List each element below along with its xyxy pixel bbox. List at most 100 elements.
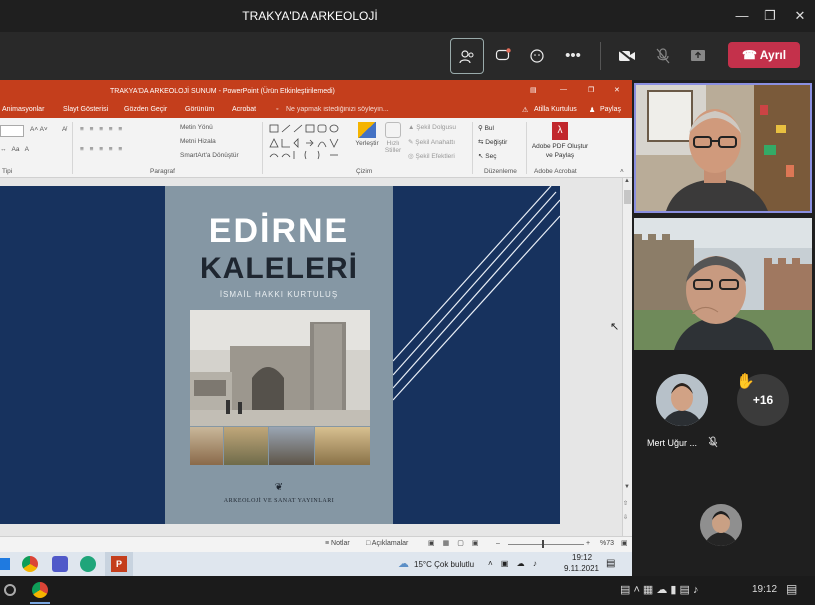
tab-view[interactable]: Görünüm	[185, 106, 214, 113]
camera-button[interactable]	[610, 38, 644, 74]
inner-clock-date[interactable]: 9.11.2021	[564, 564, 599, 573]
participants-button[interactable]	[450, 38, 484, 74]
view-buttons[interactable]: ▣▦▢▣	[428, 539, 486, 547]
fit-slide-icon[interactable]: ▣	[621, 539, 628, 547]
scroll-thumb[interactable]	[624, 190, 631, 204]
find-button[interactable]: ⚲ Bul	[478, 124, 494, 132]
group-editing-label: Düzenleme	[484, 168, 517, 175]
text-direction-button[interactable]: Metin Yönü	[180, 124, 213, 131]
share-button[interactable]	[681, 38, 715, 74]
tab-review[interactable]: Gözden Geçir	[124, 106, 167, 113]
chat-button[interactable]	[486, 38, 520, 74]
zoom-level[interactable]: %73	[600, 540, 614, 547]
powerpoint-icon: P	[111, 556, 127, 572]
weather-text[interactable]: 15°C Çok bulutlu	[414, 560, 474, 569]
slide[interactable]: EDİRNE KALELERİ İSMAİL HAKKI KURTULUŞ ❦ …	[0, 186, 560, 524]
scroll-up-icon[interactable]: ▲	[624, 178, 630, 184]
raised-hand-icon: ✋	[736, 373, 755, 390]
mouse-cursor-icon: ↖	[610, 321, 620, 333]
next-slide-icon[interactable]: ⇩	[623, 514, 628, 521]
lightbulb-icon: ◦	[276, 106, 279, 113]
close-icon[interactable]: ✕	[790, 6, 810, 26]
tab-acrobat[interactable]: Acrobat	[232, 106, 256, 113]
quick-styles-button[interactable]: Hızlı Stiller	[382, 122, 404, 154]
slide-canvas: EDİRNE KALELERİ İSMAİL HAKKI KURTULUŞ ❦ …	[0, 178, 632, 536]
adobe-pdf-icon: λ	[552, 122, 568, 140]
mic-button[interactable]	[646, 38, 680, 74]
clear-format-icon[interactable]: A̸	[62, 126, 66, 133]
comments-button[interactable]: □ Açıklamalar	[366, 540, 408, 547]
vertical-scrollbar[interactable]: ▲ ▼ ⇧ ⇩	[622, 178, 632, 536]
zoom-slider-thumb[interactable]	[542, 540, 544, 548]
user-name[interactable]: Atilla Kurtulus	[534, 106, 577, 113]
tray-icons[interactable]: ˄ ▣ ☁ ♪	[488, 559, 540, 568]
photo-thumbnail-4	[315, 427, 370, 465]
collapse-ribbon-icon[interactable]: ˄	[620, 168, 624, 175]
maximize-icon[interactable]: ❐	[760, 6, 780, 26]
divider	[72, 122, 73, 174]
notes-button[interactable]: ≡ Notlar	[325, 540, 350, 547]
align-text-button[interactable]: Metni Hizala	[180, 138, 216, 145]
pp-maximize-icon[interactable]: ❐	[588, 86, 594, 94]
ribbon-display-icon[interactable]: ▤	[530, 86, 537, 94]
tray-icons[interactable]: ▤ ˄ ▦ ☁ ▮ ▤ ♪	[620, 583, 699, 596]
decorative-lines	[393, 186, 560, 401]
book-cover: EDİRNE KALELERİ İSMAİL HAKKI KURTULUŞ ❦ …	[165, 186, 393, 524]
meeting-control-bar: ••• ☎ Ayrıl	[0, 32, 815, 80]
shape-fill-button[interactable]: ▲ Şekil Dolgusu	[408, 124, 456, 131]
publisher-logo-icon: ❦	[274, 482, 284, 493]
pp-close-icon[interactable]: ✕	[614, 86, 620, 94]
shape-outline-button[interactable]: ✎ Şekil Anahattı	[408, 138, 455, 146]
castle-engraving-image	[190, 310, 370, 426]
shape-effects-button[interactable]: ◎ Şekil Efektleri	[408, 152, 455, 160]
share-person-icon: ♟	[589, 107, 596, 114]
self-view-avatar[interactable]	[700, 504, 742, 546]
arrange-button[interactable]: Yerleştir	[352, 122, 382, 147]
group-paragraph-label: Paragraf	[150, 168, 175, 175]
chrome-icon[interactable]	[32, 582, 48, 598]
status-bar: ≡ Notlar □ Açıklamalar ▣▦▢▣ – + %73 ▣	[0, 536, 632, 552]
edge-icon[interactable]	[80, 556, 96, 572]
participant-video-2[interactable]	[634, 218, 812, 350]
chrome-icon[interactable]	[22, 556, 38, 572]
tab-slideshow[interactable]: Slayt Gösterisi	[63, 106, 108, 113]
chat-icon	[495, 48, 511, 61]
select-button[interactable]: ↖ Seç	[478, 152, 496, 160]
notification-icon[interactable]: ▤	[786, 582, 797, 596]
cover-title-line2: KALELERİ	[200, 252, 358, 285]
tell-me-search[interactable]: Ne yapmak istediğinizi söyleyin...	[286, 106, 389, 113]
adobe-pdf-button[interactable]: λ Adobe PDF Oluştur ve Paylaş	[530, 122, 590, 160]
more-button[interactable]: •••	[556, 38, 590, 74]
zoom-in-icon[interactable]: +	[586, 540, 590, 547]
cloud-icon: ☁	[398, 558, 409, 570]
cover-publisher: ARKEOLOJİ VE SANAT YAYINLARI	[223, 498, 335, 504]
tab-animations[interactable]: Animasyonlar	[2, 106, 44, 113]
smartart-button[interactable]: SmartArt'a Dönüştür	[180, 152, 239, 159]
zoom-out-icon[interactable]: –	[496, 540, 500, 547]
avatar[interactable]	[656, 374, 708, 426]
font-grow-icon[interactable]: A˄ A˅	[30, 126, 48, 133]
replace-button[interactable]: ⇆ Değiştir	[478, 138, 507, 146]
font-spacing-icon[interactable]: ↔ Aa A	[0, 146, 29, 153]
minimize-icon[interactable]: —	[732, 6, 752, 26]
powerpoint-task[interactable]: P	[105, 552, 133, 576]
list-buttons[interactable]: ≡ ≡ ≡ ≡ ≡	[80, 126, 124, 133]
shapes-gallery[interactable]	[268, 123, 344, 161]
more-icon: •••	[565, 47, 581, 64]
reactions-button[interactable]	[520, 38, 554, 74]
previous-slide-icon[interactable]: ⇧	[623, 500, 628, 507]
search-circle-icon[interactable]	[4, 584, 16, 596]
participant-video-speaker[interactable]	[634, 83, 812, 213]
align-buttons[interactable]: ≡ ≡ ≡ ≡ ≡	[80, 146, 124, 153]
pp-minimize-icon[interactable]: —	[560, 86, 567, 93]
scroll-down-icon[interactable]: ▼	[624, 484, 630, 490]
font-size-box[interactable]	[0, 125, 24, 137]
teams-icon[interactable]	[52, 556, 68, 572]
inner-clock-time[interactable]: 19:12	[572, 553, 592, 562]
share-link[interactable]: Paylaş	[600, 106, 621, 113]
leave-button[interactable]: ☎ Ayrıl	[728, 42, 800, 68]
photo-thumbnail-3	[269, 427, 314, 465]
zoom-slider[interactable]	[508, 544, 584, 545]
clock-time[interactable]: 19:12	[752, 584, 777, 595]
notification-icon[interactable]: ▤	[606, 558, 615, 569]
